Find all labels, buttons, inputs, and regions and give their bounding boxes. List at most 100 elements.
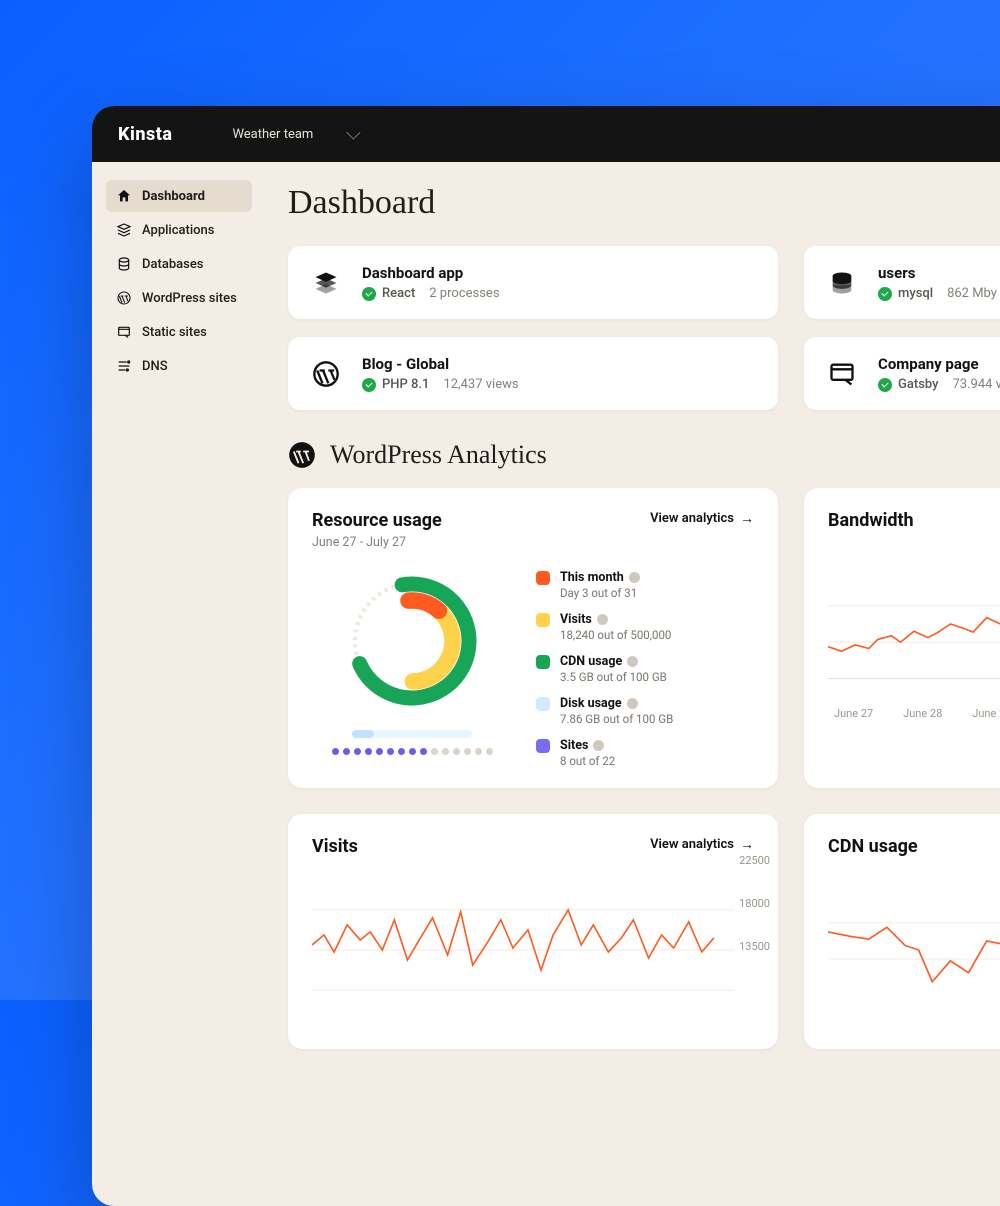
bandwidth-x-ticks: June 27 June 28 June 29 — [828, 703, 1000, 720]
pager-dot[interactable] — [486, 748, 493, 755]
pager-dot[interactable] — [420, 748, 427, 755]
database-icon — [826, 267, 858, 299]
team-selector[interactable]: Weather team — [232, 127, 357, 142]
card-blog-global[interactable]: Blog - Global PHP 8.1 12,437 views — [288, 337, 778, 410]
pager-dots[interactable] — [332, 748, 493, 755]
panel-date-range: June 27 - July 27 — [312, 535, 442, 550]
pager-dot[interactable] — [475, 748, 482, 755]
view-analytics-link[interactable]: View analytics → — [650, 836, 754, 853]
card-users[interactable]: users mysql 862 Mby — [804, 246, 1000, 319]
main-content: Dashboard Dashboard app React 2 processe… — [262, 162, 1000, 1075]
stack-icon — [116, 222, 132, 238]
pager-dot[interactable] — [398, 748, 405, 755]
info-icon[interactable] — [597, 614, 608, 625]
panel-visits: Visits View analytics → 22500 18000 1350… — [288, 814, 778, 1049]
legend-label: This month — [560, 570, 640, 585]
pager-dot[interactable] — [343, 748, 350, 755]
section-title: WordPress Analytics — [330, 440, 547, 470]
sidebar-item-label: DNS — [142, 359, 168, 374]
bandwidth-chart — [828, 549, 1000, 699]
pager-dot[interactable] — [365, 748, 372, 755]
panel-title: Bandwidth — [828, 510, 1000, 531]
chevron-down-icon — [347, 126, 361, 140]
legend-sub: 8 out of 22 — [560, 754, 615, 768]
card-meta: 73.944 v — [953, 377, 1000, 392]
section-header: WordPress Analytics — [288, 440, 1000, 470]
sidebar-item-dashboard[interactable]: Dashboard — [106, 180, 252, 212]
card-company-page[interactable]: Company page Gatsby 73.944 v — [804, 337, 1000, 410]
pager-dot[interactable] — [464, 748, 471, 755]
summary-row-2: Blog - Global PHP 8.1 12,437 views Compa… — [288, 337, 1000, 410]
sidebar-item-applications[interactable]: Applications — [106, 214, 252, 246]
status-ok-icon — [878, 378, 892, 392]
panel-bandwidth: Bandwidth June 27 June 28 June 29 — [804, 488, 1000, 788]
info-icon[interactable] — [629, 572, 640, 583]
info-icon[interactable] — [627, 656, 638, 667]
card-meta: 862 Mby — [947, 286, 997, 301]
info-icon[interactable] — [627, 698, 638, 709]
card-tech: mysql — [898, 286, 933, 301]
sidebar-item-databases[interactable]: Databases — [106, 248, 252, 280]
card-title: users — [878, 264, 997, 282]
legend-sub: Day 3 out of 31 — [560, 586, 640, 600]
team-selector-label: Weather team — [232, 127, 313, 142]
sidebar-item-dns[interactable]: DNS — [106, 350, 252, 382]
pager-dot[interactable] — [409, 748, 416, 755]
sidebar-item-label: Static sites — [142, 325, 207, 340]
panel-title: Resource usage — [312, 510, 442, 531]
summary-row-1: Dashboard app React 2 processes users — [288, 246, 1000, 319]
pager-dot[interactable] — [442, 748, 449, 755]
visits-y-ticks: 22500 18000 13500 — [739, 854, 770, 953]
legend-swatch — [536, 739, 550, 753]
card-meta: 2 processes — [429, 286, 499, 301]
progress-fill — [352, 730, 374, 738]
card-tech: React — [382, 286, 415, 301]
sidebar: Dashboard Applications Databases WordPre… — [92, 162, 262, 1075]
pager-dot[interactable] — [332, 748, 339, 755]
brand-logo[interactable]: Kinsta — [118, 124, 172, 145]
legend-label: Visits — [560, 612, 671, 627]
panel-title: CDN usage — [828, 836, 1000, 857]
pager-dot[interactable] — [431, 748, 438, 755]
legend-item: This month Day 3 out of 31 — [536, 570, 754, 600]
legend-sub: 18,240 out of 500,000 — [560, 628, 671, 642]
arrow-right-icon: → — [740, 510, 754, 527]
status-ok-icon — [362, 287, 376, 301]
pager-dot[interactable] — [453, 748, 460, 755]
cdn-chart — [828, 875, 1000, 1025]
pager-dot[interactable] — [354, 748, 361, 755]
card-dashboard-app[interactable]: Dashboard app React 2 processes — [288, 246, 778, 319]
static-site-icon — [116, 324, 132, 340]
status-ok-icon — [362, 378, 376, 392]
pager-dot[interactable] — [387, 748, 394, 755]
resource-donut-chart — [337, 566, 487, 716]
info-icon[interactable] — [593, 740, 604, 751]
card-title: Blog - Global — [362, 355, 519, 373]
progress-track — [352, 730, 472, 738]
card-tech: PHP 8.1 — [382, 377, 429, 392]
pager-dot[interactable] — [376, 748, 383, 755]
legend-item: Disk usage 7.86 GB out of 100 GB — [536, 696, 754, 726]
panel-cdn-usage: CDN usage — [804, 814, 1000, 1049]
arrow-right-icon: → — [740, 836, 754, 853]
topbar: Kinsta Weather team — [92, 106, 1000, 162]
dns-icon — [116, 358, 132, 374]
panels-row-2: Visits View analytics → 22500 18000 1350… — [288, 814, 1000, 1049]
card-meta: 12,437 views — [443, 377, 518, 392]
card-tech: Gatsby — [898, 377, 939, 392]
home-icon — [116, 188, 132, 204]
legend-sub: 7.86 GB out of 100 GB — [560, 712, 673, 726]
wordpress-icon — [116, 290, 132, 306]
stack-icon — [310, 267, 342, 299]
legend-label: CDN usage — [560, 654, 667, 669]
card-title: Dashboard app — [362, 264, 500, 282]
sidebar-item-label: Dashboard — [142, 189, 205, 204]
wordpress-icon — [310, 358, 342, 390]
sidebar-item-wordpress[interactable]: WordPress sites — [106, 282, 252, 314]
card-title: Company page — [878, 355, 1000, 373]
legend-swatch — [536, 571, 550, 585]
view-analytics-link[interactable]: View analytics → — [650, 510, 754, 527]
sidebar-item-label: WordPress sites — [142, 291, 237, 306]
sidebar-item-static[interactable]: Static sites — [106, 316, 252, 348]
database-icon — [116, 256, 132, 272]
